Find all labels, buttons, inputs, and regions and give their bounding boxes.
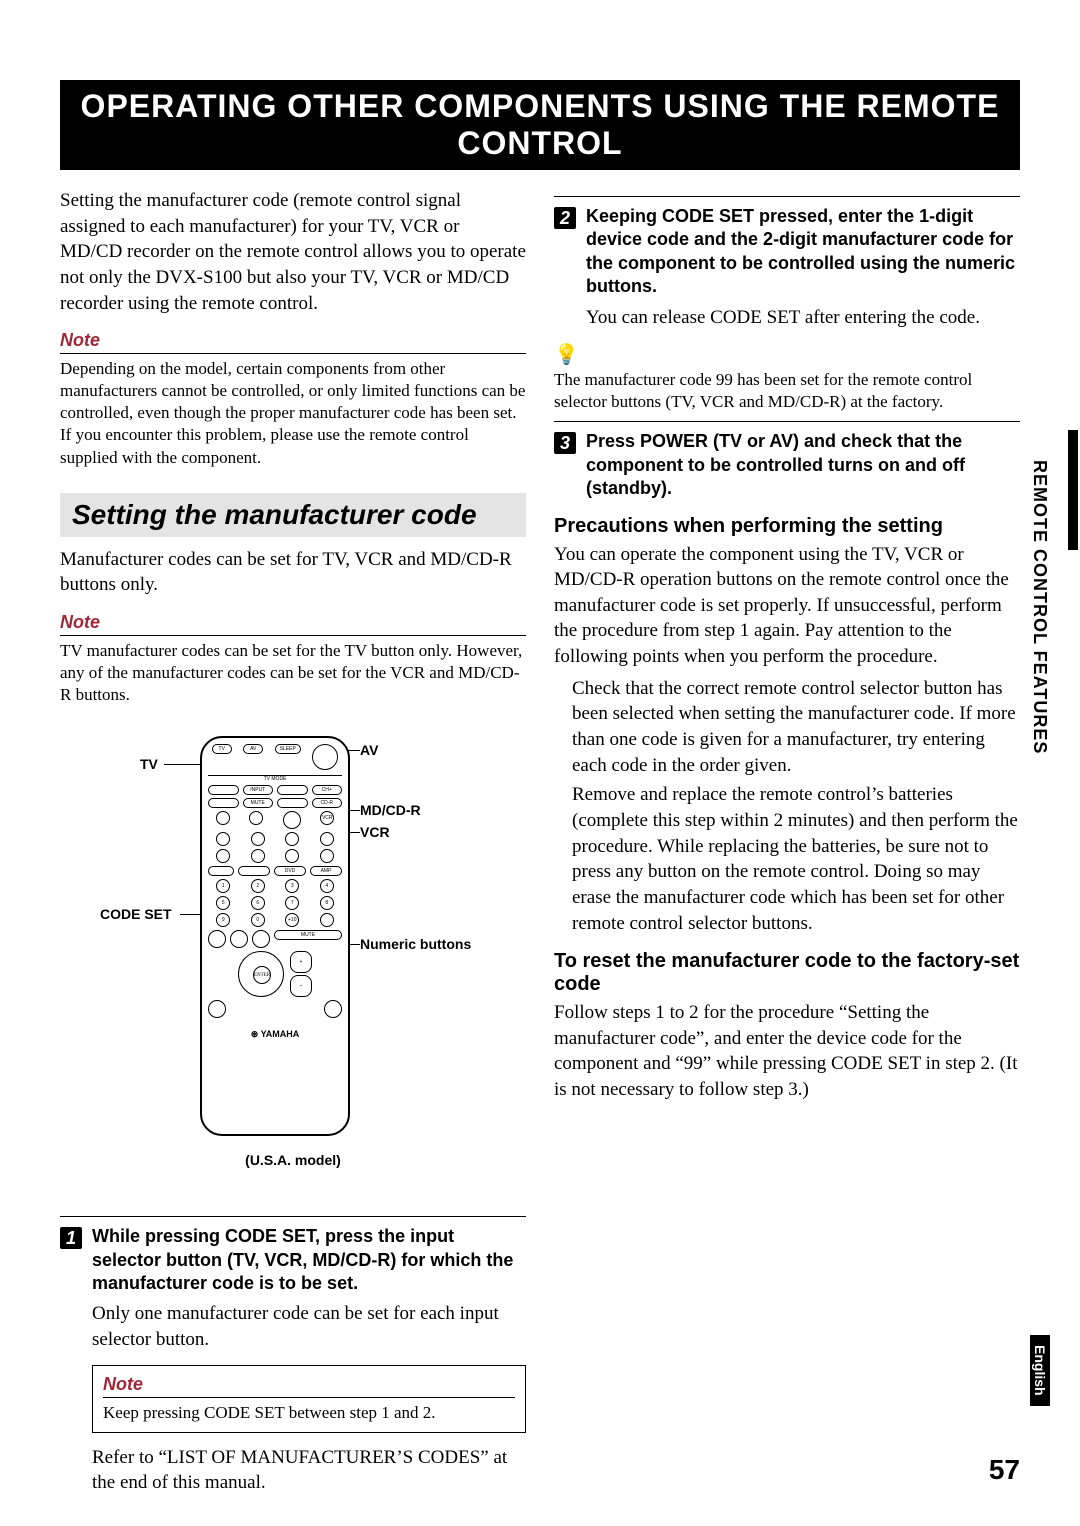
intro-paragraph: Setting the manufacturer code (remote co… xyxy=(60,188,526,316)
reset-heading: To reset the manufacturer code to the fa… xyxy=(554,950,1020,996)
precautions-bullet-2: Remove and replace the remote control’s … xyxy=(572,782,1020,936)
step-2-body: You can release CODE SET after entering … xyxy=(586,305,1020,331)
step-1-heading: While pressing CODE SET, press the input… xyxy=(92,1225,526,1295)
note-body-1: Depending on the model, certain componen… xyxy=(60,358,526,468)
remote-label-vcr: VCR xyxy=(360,824,390,840)
remote-body: TVAVSLEEP TV MODE INPUTCH+ MUTECD-R VCR … xyxy=(200,736,350,1136)
tip-icon: 💡 xyxy=(554,342,1020,367)
note-label-1: Note xyxy=(60,330,526,354)
step-1-number: 1 xyxy=(60,1227,82,1249)
precautions-bullet-1: Check that the correct remote control se… xyxy=(572,676,1020,779)
remote-label-codeset: CODE SET xyxy=(100,906,172,922)
precautions-body: You can operate the component using the … xyxy=(554,542,1020,670)
step-3-heading: Press POWER (TV or AV) and check that th… xyxy=(586,430,1020,500)
step-1-body: Only one manufacturer code can be set fo… xyxy=(92,1301,526,1352)
page-title-banner: OPERATING OTHER COMPONENTS USING THE REM… xyxy=(60,80,1020,170)
remote-label-av: AV xyxy=(360,742,378,758)
step-2-heading: Keeping CODE SET pressed, enter the 1-di… xyxy=(586,205,1020,299)
brand-logo: ⊛ YAMAHA xyxy=(208,1029,342,1040)
precautions-heading: Precautions when performing the setting xyxy=(554,515,1020,538)
section-intro: Manufacturer codes can be set for TV, VC… xyxy=(60,547,526,598)
remote-label-mdcdr: MD/CD-R xyxy=(360,802,421,818)
boxed-note: Note Keep pressing CODE SET between step… xyxy=(92,1365,526,1433)
boxed-note-label: Note xyxy=(103,1374,515,1398)
side-tab-section: REMOTE CONTROL FEATURES xyxy=(1029,460,1050,754)
step-3-number: 3 xyxy=(554,432,576,454)
remote-label-tv: TV xyxy=(140,756,158,772)
side-tab-language: English xyxy=(1030,1335,1050,1406)
boxed-note-body: Keep pressing CODE SET between step 1 an… xyxy=(103,1402,515,1424)
note-body-2: TV manufacturer codes can be set for the… xyxy=(60,640,526,706)
remote-label-numeric: Numeric buttons xyxy=(360,936,471,952)
refer-line: Refer to “LIST OF MANUFACTURER’S CODES” … xyxy=(92,1445,526,1496)
page-number: 57 xyxy=(989,1454,1020,1486)
note-label-2: Note xyxy=(60,612,526,636)
right-column: 2 Keeping CODE SET pressed, enter the 1-… xyxy=(554,188,1020,1508)
edge-index-marks xyxy=(1068,430,1080,556)
left-column: Setting the manufacturer code (remote co… xyxy=(60,188,526,1508)
model-caption: (U.S.A. model) xyxy=(60,1152,526,1168)
remote-diagram: TV AV MD/CD-R VCR CODE SET Numeric butto… xyxy=(60,726,526,1206)
section-heading: Setting the manufacturer code xyxy=(72,499,514,531)
section-heading-box: Setting the manufacturer code xyxy=(60,493,526,537)
tip-body: The manufacturer code 99 has been set fo… xyxy=(554,369,1020,413)
reset-body: Follow steps 1 to 2 for the procedure “S… xyxy=(554,1000,1020,1103)
step-2-number: 2 xyxy=(554,207,576,229)
